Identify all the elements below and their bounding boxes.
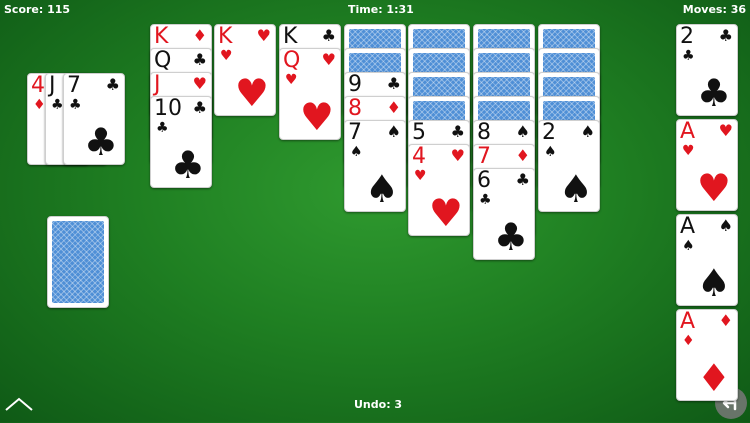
diamonds-suit-icon: ♦ (696, 356, 731, 400)
clubs-suit-icon: ♣ (682, 48, 695, 64)
spades-suit-icon: ♠ (515, 122, 530, 141)
score-label: Score: 115 (4, 3, 71, 16)
diamonds-suit-icon: ♦ (682, 333, 695, 349)
card-rank: 7 (67, 73, 81, 98)
spades-suit-icon: ♠ (544, 144, 557, 160)
spades-suit-icon: ♠ (364, 167, 399, 211)
diamonds-suit-icon: ♦ (515, 146, 530, 165)
diamonds-suit-icon: ♦ (192, 26, 207, 45)
card-rank: J (154, 72, 161, 97)
clubs-suit-icon: ♣ (170, 143, 205, 187)
hearts-suit-icon: ♥ (682, 143, 695, 159)
foundation-diamonds[interactable]: A ♦ ♦ ♦ (676, 309, 738, 401)
card-rank: 5 (412, 120, 426, 145)
diamonds-suit-icon: ♦ (718, 311, 733, 330)
tableau-card[interactable]: 4 ♥ ♥ ♥ (408, 144, 470, 236)
spades-suit-icon: ♠ (580, 122, 595, 141)
card-rank: 6 (477, 168, 491, 193)
card-rank: 2 (542, 120, 556, 145)
spades-suit-icon: ♠ (558, 167, 593, 211)
tableau-card[interactable]: K ♥ ♥ ♥ (214, 24, 276, 116)
clubs-suit-icon: ♣ (515, 170, 530, 189)
card-rank: Q (283, 48, 301, 73)
waste-card[interactable]: 7 ♣ ♣ ♣ (63, 73, 125, 165)
card-rank: 4 (412, 144, 426, 169)
time-label: Time: 1:31 (348, 3, 414, 16)
spades-suit-icon: ♠ (386, 122, 401, 141)
foundation-clubs[interactable]: 2 ♣ ♣ ♣ (676, 24, 738, 116)
clubs-suit-icon: ♣ (493, 215, 528, 259)
clubs-suit-icon: ♣ (69, 97, 82, 113)
hearts-suit-icon: ♥ (299, 95, 334, 139)
card-rank: 8 (477, 120, 491, 145)
card-rank: 8 (348, 96, 362, 121)
card-rank: A (680, 119, 696, 144)
hearts-suit-icon: ♥ (285, 72, 298, 88)
hearts-suit-icon: ♥ (220, 48, 233, 64)
card-rank: J (49, 73, 56, 98)
clubs-suit-icon: ♣ (386, 74, 401, 93)
clubs-suit-icon: ♣ (192, 98, 207, 117)
card-rank: 2 (680, 24, 694, 49)
card-rank: K (283, 24, 298, 49)
tableau-card[interactable]: 10 ♣ ♣ ♣ (150, 96, 212, 188)
clubs-suit-icon: ♣ (718, 26, 733, 45)
tableau-card[interactable]: 2 ♠ ♠ ♠ (538, 120, 600, 212)
hearts-suit-icon: ♥ (321, 50, 336, 69)
spades-suit-icon: ♠ (350, 144, 363, 160)
spades-suit-icon: ♠ (696, 261, 731, 305)
hearts-suit-icon: ♥ (256, 26, 271, 45)
card-rank: K (154, 24, 169, 49)
hearts-suit-icon: ♥ (718, 121, 733, 140)
clubs-suit-icon: ♣ (450, 122, 465, 141)
undo-count-label: Undo: 3 (354, 398, 403, 411)
hearts-suit-icon: ♥ (192, 74, 207, 93)
clubs-suit-icon: ♣ (51, 97, 64, 113)
card-rank: 9 (348, 72, 362, 97)
hearts-suit-icon: ♥ (414, 168, 427, 184)
stock-pile[interactable] (47, 216, 109, 308)
card-rank: 10 (154, 96, 182, 121)
tableau-card[interactable]: 7 ♠ ♠ ♠ (344, 120, 406, 212)
hearts-suit-icon: ♥ (696, 166, 731, 210)
moves-label: Moves: 36 (682, 3, 746, 16)
card-rank: K (218, 24, 233, 49)
tableau-card[interactable]: 6 ♣ ♣ ♣ (473, 168, 535, 260)
foundation-spades[interactable]: A ♠ ♠ ♠ (676, 214, 738, 306)
foundation-hearts[interactable]: A ♥ ♥ ♥ (676, 119, 738, 211)
clubs-suit-icon: ♣ (321, 26, 336, 45)
clubs-suit-icon: ♣ (696, 71, 731, 115)
clubs-suit-icon: ♣ (105, 75, 120, 94)
card-rank: 7 (477, 144, 491, 169)
hearts-suit-icon: ♥ (450, 146, 465, 165)
hearts-suit-icon: ♥ (428, 191, 463, 235)
tableau-card[interactable]: Q ♥ ♥ ♥ (279, 48, 341, 140)
clubs-suit-icon: ♣ (83, 120, 118, 164)
clubs-suit-icon: ♣ (192, 50, 207, 69)
diamonds-suit-icon: ♦ (33, 97, 46, 113)
spades-suit-icon: ♠ (682, 238, 695, 254)
diamonds-suit-icon: ♦ (386, 98, 401, 117)
card-rank: A (680, 214, 696, 239)
card-rank: A (680, 309, 696, 334)
spades-suit-icon: ♠ (718, 216, 733, 235)
card-rank: 4 (31, 73, 45, 98)
clubs-suit-icon: ♣ (156, 120, 169, 136)
hearts-suit-icon: ♥ (234, 71, 269, 115)
card-rank: Q (154, 48, 172, 73)
chevron-up-icon[interactable] (4, 396, 34, 412)
clubs-suit-icon: ♣ (479, 192, 492, 208)
card-rank: 7 (348, 120, 362, 145)
